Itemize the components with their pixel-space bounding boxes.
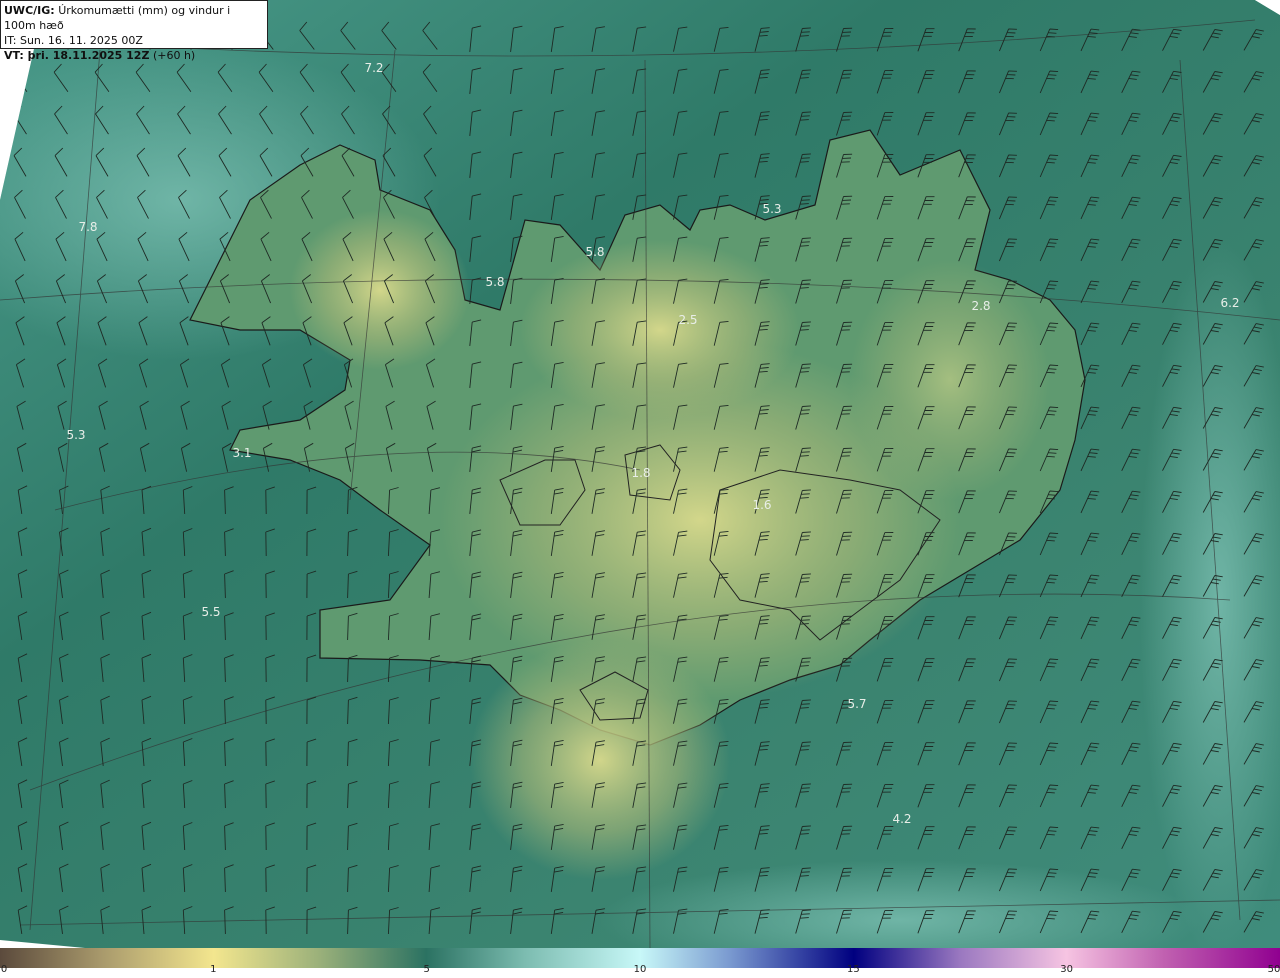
precip-value-label: 5.3 xyxy=(66,428,85,442)
precip-value-label: 2.5 xyxy=(678,313,697,327)
precip-value-label: 5.7 xyxy=(847,697,866,711)
precip-value-label: 3.1 xyxy=(232,446,251,460)
precip-value-label: 2.8 xyxy=(971,299,990,313)
precip-max-south xyxy=(470,640,730,880)
colorbar-tick-label: 15 xyxy=(846,964,860,975)
wind-barb xyxy=(12,63,28,93)
colorbar-tick-label: 0 xyxy=(0,964,8,975)
colorbar-tick-label: 30 xyxy=(1060,964,1074,975)
precip-value-label: 4.2 xyxy=(892,812,911,826)
precip-value-label: 6.2 xyxy=(1220,296,1239,310)
colorbar-tick-label: 5 xyxy=(423,964,430,975)
colorbar-tick-label: 10 xyxy=(633,964,647,975)
precip-value-label: 5.3 xyxy=(762,202,781,216)
precip-max-north xyxy=(520,240,800,420)
precip-value-label: 7.8 xyxy=(78,220,97,234)
precip-value-label: 1.6 xyxy=(752,498,771,512)
precip-max-west xyxy=(290,210,470,370)
precip-value-label: 5.8 xyxy=(485,275,504,289)
colorbar-tick-label: 1 xyxy=(210,964,217,975)
precip-value-label: 5.8 xyxy=(585,245,604,259)
valid-time: VT: þri. 18.11.2025 12Z (+60 h) xyxy=(4,49,196,62)
product-title: UWC/IG: Úrkomumætti (mm) og vindur i 100… xyxy=(4,4,231,32)
precip-value-label: 7.2 xyxy=(364,61,383,75)
precip-value-label: 1.8 xyxy=(631,466,650,480)
precip-value-label: 5.5 xyxy=(201,605,220,619)
map-title-box: UWC/IG: Úrkomumætti (mm) og vindur i 100… xyxy=(0,0,268,62)
weather-map: 7.2 7.8 5.3 3.1 5.5 5.8 5.8 5.3 2.5 2.8 6.2 1.8 1.6 5… xyxy=(0,0,1280,948)
init-time: IT: Sun. 16. 11. 2025 00Z xyxy=(4,34,143,47)
colorbar-tick-label: 50 xyxy=(1267,964,1280,975)
